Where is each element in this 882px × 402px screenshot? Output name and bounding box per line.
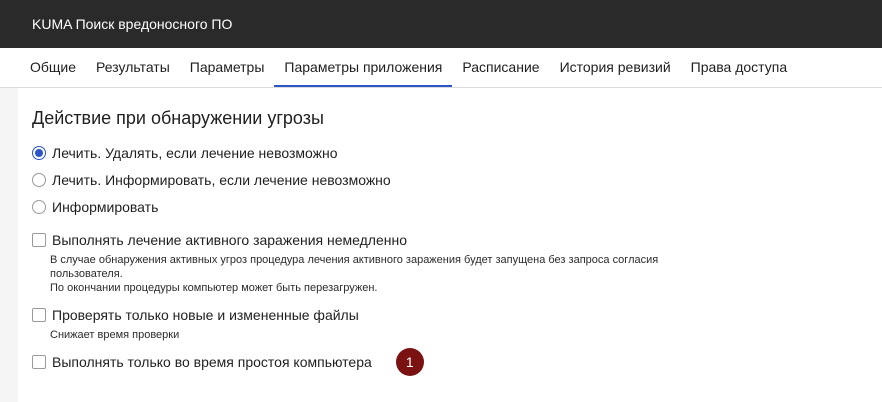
radio-button[interactable] — [32, 145, 46, 160]
radio-label: Информировать — [52, 198, 159, 215]
new-files-hint: Снижает время проверки — [50, 328, 882, 342]
checkbox-label: Выполнять лечение активного заражения не… — [52, 231, 408, 248]
title-bar: KUMA Поиск вредоносного ПО — [0, 0, 882, 48]
tab-general[interactable]: Общие — [20, 48, 86, 87]
callout-badge: 1 — [395, 347, 424, 376]
radio-option-cure-inform[interactable]: Лечить. Информировать, если лечение нево… — [32, 166, 882, 193]
tab-schedule[interactable]: Расписание — [452, 48, 549, 87]
radio-button[interactable] — [32, 172, 46, 187]
hint-line: Снижает время проверки — [50, 329, 180, 341]
window-title: KUMA Поиск вредоносного ПО — [32, 16, 233, 32]
radio-button[interactable] — [32, 199, 46, 214]
checkbox[interactable] — [32, 307, 46, 322]
tab-bar: Общие Результаты Параметры Параметры при… — [0, 48, 882, 88]
tab-revision-history[interactable]: История ревизий — [550, 48, 681, 87]
hint-line: В случае обнаружения активных угроз проц… — [50, 254, 659, 266]
section-title: Действие при обнаружении угрозы — [32, 108, 324, 128]
checkbox-option-new-files-only[interactable]: Проверять только новые и измененные файл… — [32, 301, 882, 328]
tab-access-rights[interactable]: Права доступа — [681, 48, 797, 87]
hint-line: пользователя. — [50, 268, 123, 280]
radio-label: Лечить. Удалять, если лечение невозможно — [52, 144, 338, 161]
tab-parameters[interactable]: Параметры — [180, 48, 275, 87]
checkbox[interactable] — [32, 232, 46, 247]
tab-application-parameters[interactable]: Параметры приложения — [274, 48, 453, 87]
hint-line: По окончании процедуры компьютер может б… — [50, 282, 378, 294]
radio-label: Лечить. Информировать, если лечение нево… — [52, 171, 391, 188]
tab-results[interactable]: Результаты — [86, 48, 180, 87]
checkbox-label: Выполнять только во время простоя компью… — [52, 353, 372, 370]
settings-panel: Действие при обнаружении угрозы Лечить. … — [18, 88, 882, 402]
radio-option-cure-delete[interactable]: Лечить. Удалять, если лечение невозможно — [32, 139, 882, 166]
radio-option-inform[interactable]: Информировать — [32, 193, 882, 220]
checkbox-option-idle-only[interactable]: Выполнять только во время простоя компью… — [32, 347, 882, 376]
checkbox[interactable] — [32, 354, 46, 369]
checkbox-option-active-cure[interactable]: Выполнять лечение активного заражения не… — [32, 226, 882, 253]
active-cure-hint: В случае обнаружения активных угроз проц… — [50, 253, 882, 295]
checkbox-label: Проверять только новые и измененные файл… — [52, 306, 359, 323]
